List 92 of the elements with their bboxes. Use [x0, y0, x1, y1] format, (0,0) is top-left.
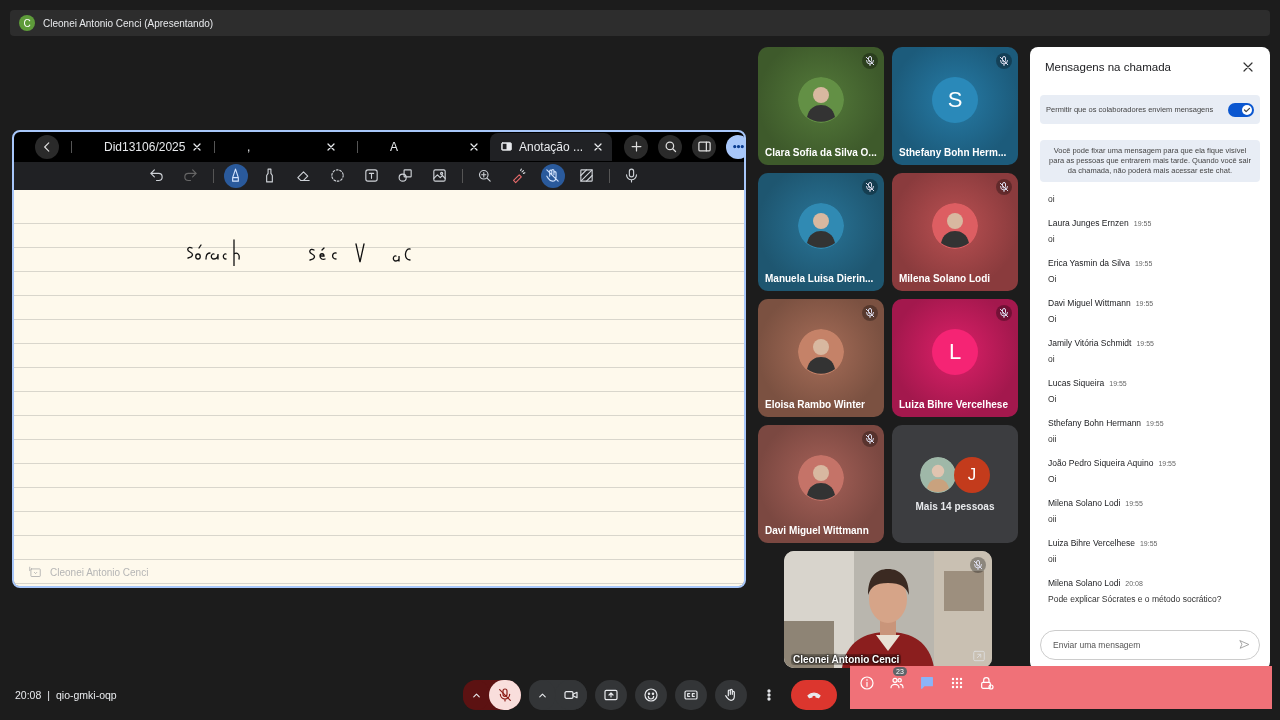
- message-text: oi: [1048, 234, 1056, 244]
- present-button[interactable]: [595, 680, 627, 710]
- touch-drawing-toggle[interactable]: [540, 163, 565, 188]
- sender-name: Milena Solano Lodi: [1048, 578, 1121, 588]
- presenter-title: Cleonei Antonio Cenci (Apresentando): [43, 17, 214, 29]
- message-text: oi: [1048, 354, 1056, 364]
- browser-tab[interactable]: A: [370, 132, 488, 161]
- text-icon: [363, 167, 380, 184]
- undo-icon: [148, 167, 165, 184]
- meeting-info-button[interactable]: [858, 674, 876, 692]
- participant-name: Eloisa Rambo Winter: [765, 399, 865, 410]
- shapes-icon: [397, 167, 414, 184]
- sender-name: João Pedro Siqueira Aquino: [1048, 458, 1154, 468]
- sender-name: Lucas Siqueira: [1048, 378, 1105, 388]
- captions-button[interactable]: [675, 680, 707, 710]
- browser-tab[interactable]: Anotação ...: [490, 132, 612, 161]
- image-icon: [431, 167, 448, 184]
- grid-icon: [949, 675, 965, 691]
- redo-icon: [182, 167, 199, 184]
- captions-icon: [683, 687, 699, 703]
- smiley-icon: [643, 687, 659, 703]
- sender-name: Milena Solano Lodi: [1048, 498, 1121, 508]
- microphone-button[interactable]: [489, 680, 521, 710]
- frame-icon: [972, 649, 986, 663]
- panel-title: Mensagens na chamada: [1045, 61, 1171, 73]
- presenter-name: Cleonei Antonio Cenci: [50, 567, 149, 578]
- toggle-switch[interactable]: [1228, 102, 1254, 117]
- message-text: Oi: [1048, 474, 1058, 484]
- lock-icon: [979, 675, 995, 691]
- end-call-button[interactable]: [791, 680, 837, 710]
- sender-name: Laura Junges Ernzen: [1048, 218, 1129, 228]
- message-text: oi: [1048, 194, 1056, 204]
- avatar-silhouette-icon: [932, 203, 978, 249]
- more-participants-tile[interactable]: J Mais 14 pessoas: [892, 425, 1018, 543]
- meeting-code: qio-gmki-oqp: [56, 689, 117, 701]
- message-text: oii: [1048, 434, 1058, 444]
- avatar-silhouette-icon: [798, 77, 844, 123]
- avatar: L: [932, 329, 978, 375]
- avatar: J: [954, 456, 990, 493]
- people-icon: [889, 675, 905, 691]
- participant-name: Milena Solano Lodi: [899, 273, 991, 284]
- raise-hand-button[interactable]: [715, 680, 747, 710]
- message-text: Oi: [1048, 274, 1058, 284]
- sender-name: Erica Yasmin da Silva: [1048, 258, 1130, 268]
- browser-tab[interactable]: Did13106/2025: [84, 132, 202, 161]
- separator: |: [47, 689, 50, 701]
- pen-tool[interactable]: [223, 163, 248, 188]
- avatar-silhouette-icon: [798, 203, 844, 249]
- lasso-icon: [329, 167, 346, 184]
- host-controls-button[interactable]: [978, 674, 996, 692]
- zoom-icon: [476, 167, 493, 184]
- avatar-silhouette-icon: [798, 329, 844, 375]
- sidebar-button[interactable]: [692, 134, 716, 159]
- sidebar-icon: [696, 139, 712, 154]
- message-text: oii: [1048, 554, 1058, 564]
- participant-name: Luiza Bihre Vercelhese: [899, 399, 1008, 410]
- participant-name: Davi Miguel Wittmann: [765, 525, 869, 536]
- message-text: Pode explicar Sócrates e o método socrático?: [1048, 594, 1223, 604]
- avatar: S: [932, 77, 978, 123]
- new-tab-button[interactable]: [624, 134, 648, 159]
- participant-name: Clara Sofia da Silva O...: [765, 147, 877, 158]
- message-text: Oi: [1048, 314, 1058, 324]
- mic-off-icon: [497, 687, 513, 703]
- reactions-button[interactable]: [635, 680, 667, 710]
- touch-icon: [544, 167, 561, 184]
- sender-name: Luiza Bihre Vercelhese: [1048, 538, 1135, 548]
- present-icon: [603, 687, 619, 703]
- participant-name: Sthefany Bohn Herm...: [899, 147, 1007, 158]
- meeting-time: 20:08: [15, 689, 42, 701]
- mic-icon: [623, 167, 640, 184]
- notebook-icon: [500, 140, 513, 153]
- sender-name: Jamily Vitória Schmidt: [1048, 338, 1132, 348]
- more-button[interactable]: [726, 134, 744, 159]
- search-button[interactable]: [658, 134, 682, 159]
- plus-icon: [628, 139, 644, 154]
- browser-tab[interactable]: ,: [227, 132, 345, 161]
- participant-name: Manuela Luisa Dierin...: [765, 273, 874, 284]
- message-input[interactable]: Enviar uma mensagem: [1040, 630, 1260, 660]
- info-icon: [859, 675, 875, 691]
- message-text: oii: [1048, 514, 1058, 524]
- laser-icon: [510, 167, 527, 184]
- avatar: C: [19, 15, 35, 31]
- avatar-silhouette-icon: [920, 456, 956, 493]
- more-participants-label: Mais 14 pessoas: [915, 500, 995, 512]
- message-text: Oi: [1048, 394, 1058, 404]
- pattern-icon: [578, 167, 595, 184]
- sender-name: Sthefany Bohn Hermann: [1048, 418, 1142, 428]
- avatar-silhouette-icon: [798, 455, 844, 501]
- back-button[interactable]: [35, 134, 59, 159]
- send-icon: [1238, 638, 1251, 651]
- sender-name: Davi Miguel Wittmann: [1048, 298, 1131, 308]
- chat-icon: [919, 675, 935, 691]
